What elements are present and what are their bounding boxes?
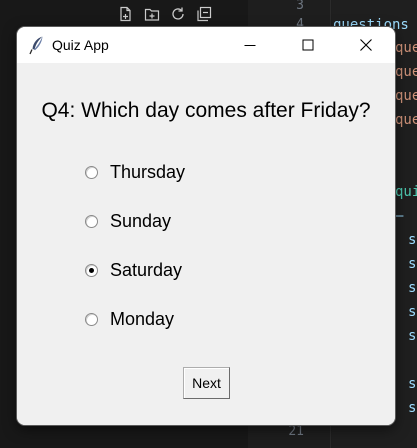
minimize-icon <box>244 45 256 46</box>
option-saturday[interactable]: Saturday <box>85 258 182 282</box>
code-token: s <box>408 256 417 272</box>
desktop: 3 4 21 questions que que que que qui — s… <box>0 0 417 448</box>
window-title: Quiz App <box>52 37 109 53</box>
option-sunday[interactable]: Sunday <box>85 209 171 233</box>
question-text: Q4: Which day comes after Friday? <box>41 99 371 122</box>
new-folder-icon[interactable] <box>142 4 162 24</box>
code-token: que <box>395 40 417 56</box>
code-token: s <box>408 376 417 392</box>
line-number: 3 <box>296 0 304 13</box>
code-token: s <box>408 232 417 248</box>
refresh-icon[interactable] <box>168 4 188 24</box>
code-token: que <box>395 112 417 128</box>
close-button[interactable] <box>337 27 395 63</box>
feather-icon <box>27 35 47 55</box>
quiz-app-window: Quiz App Q4: Which day comes after Frida… <box>17 27 395 425</box>
close-icon <box>360 39 372 51</box>
option-label: Saturday <box>110 259 183 280</box>
collapse-all-icon[interactable] <box>194 4 214 24</box>
radio-button-selected[interactable] <box>85 263 98 277</box>
radio-button[interactable] <box>85 312 98 326</box>
code-token: que <box>395 64 417 80</box>
quiz-content: Q4: Which day comes after Friday? Thursd… <box>17 63 395 425</box>
option-monday[interactable]: Monday <box>85 307 174 331</box>
option-label: Sunday <box>110 210 172 231</box>
window-titlebar[interactable]: Quiz App <box>17 27 395 63</box>
option-label: Thursday <box>110 161 186 182</box>
code-token: — <box>395 208 404 224</box>
code-token: qui <box>395 184 417 200</box>
option-label: Monday <box>110 308 175 329</box>
next-button[interactable]: Next <box>183 367 230 399</box>
line-number: 21 <box>288 424 304 439</box>
radio-button[interactable] <box>85 165 98 179</box>
maximize-button[interactable] <box>279 27 337 63</box>
code-token: s <box>408 280 417 296</box>
code-token: s <box>408 304 417 320</box>
code-token: que <box>395 88 417 104</box>
new-file-icon[interactable] <box>116 4 136 24</box>
code-token: s <box>408 400 417 416</box>
maximize-icon <box>302 39 314 51</box>
minimize-button[interactable] <box>221 27 279 63</box>
option-thursday[interactable]: Thursday <box>85 160 185 184</box>
radio-button[interactable] <box>85 214 98 228</box>
explorer-toolbar <box>116 4 214 24</box>
code-token: s <box>408 328 417 344</box>
